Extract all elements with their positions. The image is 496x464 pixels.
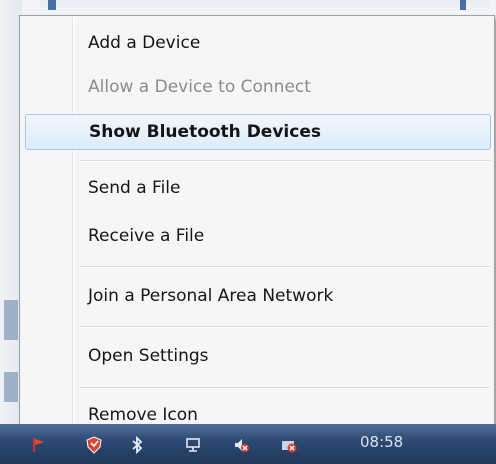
menu-item-add-device[interactable]: Add a Device — [25, 26, 491, 62]
bluetooth-icon[interactable] — [128, 436, 146, 454]
menu-item-label: Join a Personal Area Network — [88, 286, 334, 306]
menu-item-label: Open Settings — [88, 346, 209, 366]
shield-icon[interactable] — [85, 436, 103, 454]
background-window-strip — [40, 0, 490, 16]
menu-item-join-personal-area-network[interactable]: Join a Personal Area Network — [25, 279, 491, 315]
menu-item-open-settings[interactable]: Open Settings — [25, 339, 491, 375]
taskbar: 08:58 — [0, 424, 496, 464]
menu-separator — [80, 266, 490, 268]
bluetooth-context-menu: Add a Device Allow a Device to Connect S… — [19, 15, 495, 441]
menu-separator — [80, 160, 490, 162]
menu-item-label: Send a File — [88, 178, 181, 198]
menu-item-receive-file[interactable]: Receive a File — [25, 219, 491, 255]
power-error-icon[interactable] — [280, 436, 298, 454]
network-icon[interactable] — [184, 436, 202, 454]
menu-item-send-file[interactable]: Send a File — [25, 171, 491, 207]
menu-item-show-bluetooth-devices[interactable]: Show Bluetooth Devices — [25, 114, 491, 150]
menu-item-label: Show Bluetooth Devices — [89, 122, 321, 142]
flag-icon[interactable] — [30, 436, 48, 454]
taskbar-clock[interactable]: 08:58 — [360, 433, 403, 451]
menu-item-label: Add a Device — [88, 33, 201, 53]
menu-item-allow-device-to-connect[interactable]: Allow a Device to Connect — [25, 70, 491, 106]
menu-separator — [80, 326, 490, 328]
menu-separator — [80, 387, 490, 389]
menu-item-label: Remove Icon — [88, 405, 198, 425]
volume-muted-icon[interactable] — [232, 436, 250, 454]
menu-item-label: Allow a Device to Connect — [88, 77, 311, 97]
menu-item-label: Receive a File — [88, 226, 205, 246]
